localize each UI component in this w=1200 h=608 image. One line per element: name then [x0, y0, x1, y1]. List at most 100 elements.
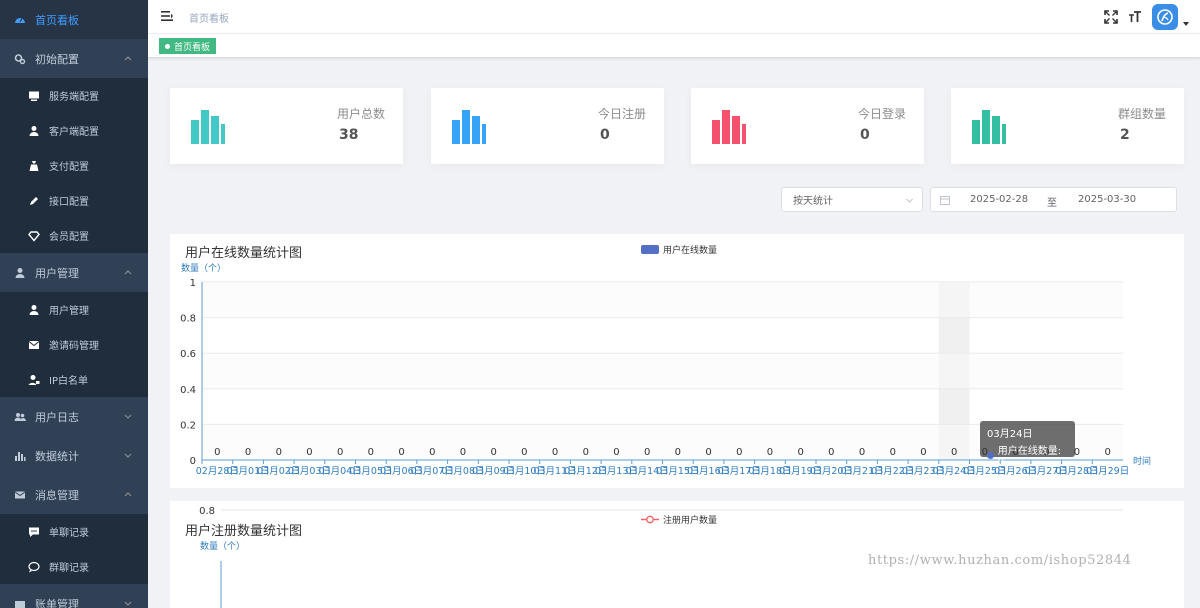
x-axis-title: 时间 — [1133, 455, 1151, 467]
navbar-actions — [1104, 4, 1190, 30]
chevron-down-icon — [124, 414, 132, 419]
data-label: 0 — [214, 447, 220, 458]
card-total-users[interactable]: 用户总数 38 — [170, 88, 403, 164]
y-axis-title: 数量（个） — [200, 540, 245, 552]
data-label: 0 — [644, 447, 650, 458]
navbar: 首页看板 — [148, 0, 1200, 34]
envelope-icon — [28, 339, 40, 351]
bar-chart-icon — [191, 110, 225, 144]
stat-mode-select[interactable]: 按天统计 — [781, 187, 923, 212]
users-icon — [14, 411, 26, 423]
x-tick-label: 03月29日 — [1086, 466, 1129, 477]
data-label: 0 — [276, 447, 282, 458]
sidebar-item-label: 初始配置 — [35, 52, 79, 66]
card-group-count[interactable]: 群组数量 2 — [951, 88, 1184, 164]
card-value: 0 — [860, 127, 870, 143]
card-title: 今日注册 — [597, 107, 646, 121]
card-today-register[interactable]: 今日注册 0 — [431, 88, 664, 164]
wallet-icon — [14, 598, 26, 608]
online-users-chart: 用户在线数量统计图 用户在线数量 0 0.2 0.4 0.6 0.8 1 数量（个） 时间 0 0… — [170, 234, 1184, 488]
data-label: 0 — [490, 447, 496, 458]
data-label: 0 — [890, 447, 896, 458]
sidebar-item-label: IP白名单 — [49, 376, 88, 387]
sidebar-item-member-config[interactable]: 会员配置 — [0, 218, 148, 253]
chevron-down-icon — [124, 453, 132, 458]
sidebar-item-label: 邀请码管理 — [49, 341, 99, 352]
y-tick-label: 0.8 — [199, 506, 215, 517]
sidebar-item-private-chat[interactable]: 单聊记录 — [0, 514, 148, 549]
user-icon — [28, 125, 40, 137]
tag-dashboard[interactable]: 首页看板 — [159, 38, 217, 54]
y-tick-label: 1 — [190, 278, 196, 289]
bar-chart-icon — [972, 110, 1006, 144]
sidebar-item-label: 首页看板 — [35, 13, 79, 27]
monitor-icon — [28, 90, 40, 102]
start-date-input[interactable]: 2025-02-28 — [970, 194, 1028, 205]
sidebar-item-billing[interactable]: 账单管理 — [0, 584, 148, 608]
breadcrumb[interactable]: 首页看板 — [189, 10, 229, 25]
card-title: 今日登录 — [857, 107, 906, 121]
chevron-up-icon — [124, 270, 132, 275]
user-icon — [14, 267, 26, 279]
money-bag-icon — [28, 160, 40, 172]
sidebar-item-group-chat[interactable]: 群聊记录 — [0, 549, 148, 584]
sidebar-item-dashboard[interactable]: 首页看板 — [0, 0, 148, 39]
data-label: 0 — [306, 447, 312, 458]
chevron-down-icon — [124, 601, 132, 606]
gears-icon — [14, 53, 26, 65]
data-label: 0 — [828, 447, 834, 458]
tooltip-value: 用户在线数量: 0 — [997, 446, 1062, 468]
sidebar-item-user-management[interactable]: 用户管理 — [0, 253, 148, 292]
end-date-input[interactable]: 2025-03-30 — [1078, 194, 1136, 205]
data-label: 0 — [951, 447, 957, 458]
sidebar-item-label: 接口配置 — [49, 197, 89, 208]
watermark: https://www.huzhan.com/ishop52844 — [868, 553, 1132, 568]
sidebar-item-label: 用户日志 — [35, 410, 79, 424]
avatar[interactable] — [1152, 4, 1178, 30]
data-label: 0 — [859, 447, 865, 458]
card-title: 用户总数 — [336, 107, 385, 121]
y-tick-label: 0.8 — [180, 314, 196, 325]
card-value: 2 — [1120, 127, 1130, 143]
sidebar-item-server-config[interactable]: 服务端配置 — [0, 78, 148, 113]
sidebar: 首页看板 初始配置 服务端配置 客户端配置 支付配置 接口配置 会员配置 用户管… — [0, 0, 148, 608]
sidebar-item-api-config[interactable]: 接口配置 — [0, 183, 148, 218]
user-lock-icon — [28, 374, 40, 386]
data-label: 0 — [767, 447, 773, 458]
sidebar-item-statistics[interactable]: 数据统计 — [0, 436, 148, 475]
tags-view: 首页看板 — [148, 34, 1200, 58]
y-axis-title: 数量（个） — [181, 262, 226, 274]
sidebar-item-messages[interactable]: 消息管理 — [0, 475, 148, 514]
tooltip-marker — [987, 451, 994, 459]
sidebar-item-label: 用户管理 — [49, 306, 89, 317]
sidebar-item-users[interactable]: 用户管理 — [0, 292, 148, 327]
data-label: 0 — [736, 447, 742, 458]
data-label: 0 — [521, 447, 527, 458]
sidebar-item-invite-codes[interactable]: 邀请码管理 — [0, 327, 148, 362]
card-value: 0 — [600, 127, 610, 143]
sidebar-item-client-config[interactable]: 客户端配置 — [0, 113, 148, 148]
data-label: 0 — [429, 447, 435, 458]
chart-tooltip: 03月24日 用户在线数量: 0 — [980, 421, 1075, 468]
data-label: 0 — [398, 447, 404, 458]
date-range-picker[interactable]: 2025-02-28 至 2025-03-30 — [930, 187, 1177, 212]
range-separator: 至 — [1047, 198, 1057, 209]
chevron-down-icon — [906, 198, 913, 203]
sidebar-item-pay-config[interactable]: 支付配置 — [0, 148, 148, 183]
card-today-login[interactable]: 今日登录 0 — [691, 88, 924, 164]
font-size-icon[interactable] — [1128, 10, 1142, 24]
dashboard-icon — [14, 14, 26, 26]
pen-icon — [28, 195, 40, 207]
data-label: 0 — [613, 447, 619, 458]
sidebar-item-init-config[interactable]: 初始配置 — [0, 39, 148, 78]
tooltip-date: 03月24日 — [987, 429, 1033, 440]
sidebar-item-user-logs[interactable]: 用户日志 — [0, 397, 148, 436]
sidebar-item-ip-whitelist[interactable]: IP白名单 — [0, 362, 148, 397]
fullscreen-icon[interactable] — [1104, 10, 1118, 24]
caret-down-icon[interactable] — [1182, 20, 1190, 28]
hamburger-icon[interactable] — [160, 9, 174, 23]
sidebar-item-label: 用户管理 — [35, 266, 79, 280]
data-label: 0 — [583, 447, 589, 458]
diamond-icon — [28, 230, 40, 242]
data-label: 0 — [797, 447, 803, 458]
